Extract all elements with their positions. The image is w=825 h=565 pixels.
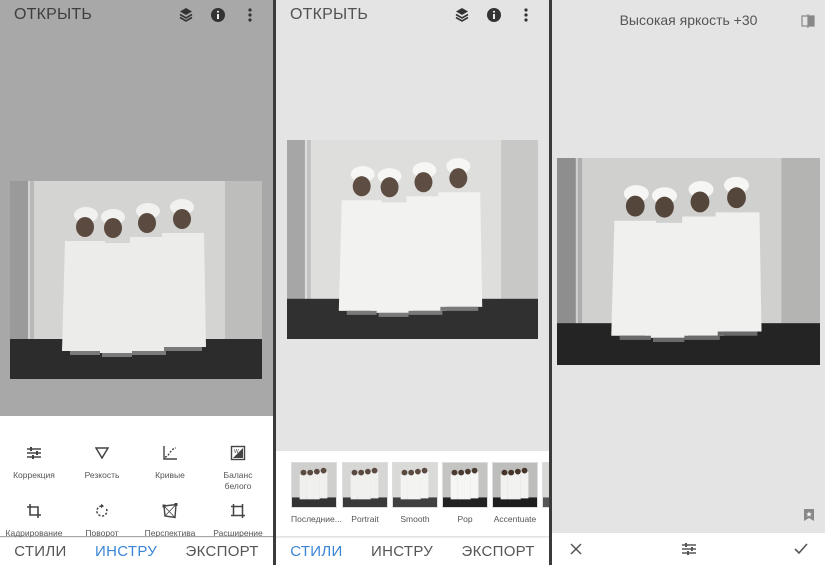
look-thumbnail — [442, 462, 488, 508]
tab-looks[interactable]: СТИЛИ — [290, 543, 342, 560]
layers-stack-icon[interactable] — [173, 2, 199, 28]
tool-label: Резкость — [84, 470, 120, 480]
tool-details[interactable]: Резкость — [69, 442, 135, 481]
apply-button[interactable] — [789, 537, 813, 561]
bottom-nav: СТИЛИ ИНСТРУ ЭКСПОРТ — [276, 537, 549, 565]
tools-sheet: Коррекция Резкость Кривые W Баланс белог… — [0, 416, 273, 539]
look-recent[interactable]: Последние... — [291, 462, 342, 524]
tool-tune[interactable]: Коррекция — [1, 442, 67, 481]
looks-strip: Последние... Portrait Smooth Pop Accentu… — [276, 451, 549, 536]
look-pop[interactable]: Pop — [442, 462, 488, 524]
crop-icon — [27, 504, 41, 518]
adjustment-value-label: Высокая яркость +30 — [619, 12, 758, 28]
perspective-icon — [162, 503, 178, 519]
photo-preview — [557, 158, 820, 365]
look-thumbnail — [392, 462, 438, 508]
look-label: Smooth — [400, 514, 430, 524]
look-faded[interactable]: Fa — [542, 462, 549, 524]
rotate-icon — [96, 503, 108, 517]
screenshot-collage: ОТКРЫТЬ Коррекция Резкость Кривые W Бала… — [0, 0, 825, 565]
tool-rotate[interactable]: Поворот — [69, 500, 135, 539]
tool-expand[interactable]: Расширение — [205, 500, 271, 539]
look-smooth[interactable]: Smooth — [392, 462, 438, 524]
info-icon[interactable] — [481, 2, 507, 28]
look-label: Portrait — [351, 514, 379, 524]
checkmark-icon — [794, 543, 808, 555]
tab-export[interactable]: ЭКСПОРТ — [186, 543, 259, 560]
bottom-nav: СТИЛИ ИНСТРУ ЭКСПОРТ — [0, 537, 273, 565]
edit-action-bar — [552, 533, 825, 565]
info-icon[interactable] — [205, 2, 231, 28]
tune-sliders-icon — [27, 447, 41, 459]
tool-perspective[interactable]: Перспектива — [137, 500, 203, 539]
tools-screen: ОТКРЫТЬ Коррекция Резкость Кривые W Бала… — [0, 0, 273, 565]
tab-looks[interactable]: СТИЛИ — [14, 543, 66, 560]
app-bar: ОТКРЫТЬ — [276, 0, 549, 30]
open-button[interactable]: ОТКРЫТЬ — [14, 6, 167, 24]
curves-icon — [163, 446, 177, 460]
looks-screen: ОТКРЫТЬ Последние... Portrait Smooth Pop… — [276, 0, 549, 565]
close-icon — [570, 543, 582, 555]
tool-crop[interactable]: Кадрирование — [1, 500, 67, 539]
compare-icon[interactable] — [801, 14, 815, 33]
more-vertical-icon[interactable] — [237, 2, 263, 28]
tab-tools[interactable]: ИНСТРУ — [95, 543, 157, 560]
svg-text:W: W — [234, 449, 239, 455]
open-button[interactable]: ОТКРЫТЬ — [290, 6, 443, 24]
cancel-button[interactable] — [564, 537, 588, 561]
adjust-parameters-button[interactable] — [677, 537, 701, 561]
look-accentuate[interactable]: Accentuate — [492, 462, 538, 524]
expand-icon — [231, 504, 245, 518]
look-label: Pop — [457, 514, 473, 524]
more-vertical-icon[interactable] — [513, 2, 539, 28]
bookmark-icon[interactable] — [803, 508, 815, 527]
tab-tools[interactable]: ИНСТРУ — [371, 543, 433, 560]
photo-preview — [287, 140, 538, 339]
tool-label: Баланс белого — [223, 470, 253, 491]
adjust-screen: Высокая яркость +30 — [552, 0, 825, 565]
look-label: Accentuate — [493, 514, 537, 524]
look-thumbnail — [342, 462, 388, 508]
tool-white-balance[interactable]: W Баланс белого — [205, 442, 271, 492]
look-portrait[interactable]: Portrait — [342, 462, 388, 524]
white-balance-icon: W — [230, 445, 246, 461]
look-thumbnail — [542, 462, 549, 508]
app-bar: ОТКРЫТЬ — [0, 0, 273, 30]
look-label: Последние... — [291, 514, 342, 524]
look-label: Fa — [542, 514, 549, 524]
tab-export[interactable]: ЭКСПОРТ — [462, 543, 535, 560]
layers-stack-icon[interactable] — [449, 2, 475, 28]
triangle-details-icon — [95, 447, 109, 459]
tool-curves[interactable]: Кривые — [137, 442, 203, 481]
look-thumbnail — [492, 462, 538, 508]
photo-preview — [10, 181, 262, 379]
tool-label: Коррекция — [13, 470, 55, 480]
tune-sliders-icon — [681, 543, 696, 555]
look-thumbnail — [291, 462, 337, 508]
tool-label: Кривые — [155, 470, 185, 480]
